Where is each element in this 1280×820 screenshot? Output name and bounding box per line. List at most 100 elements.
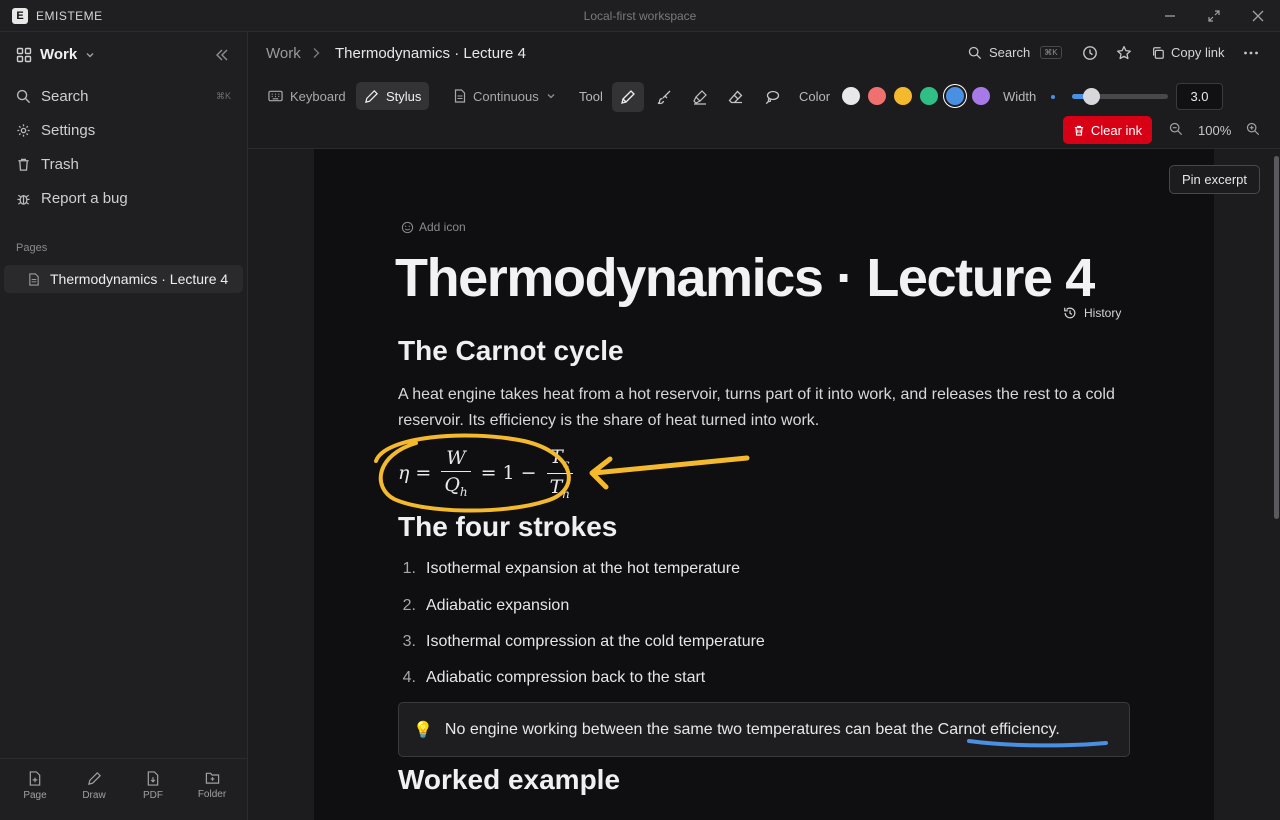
chevron-down-icon <box>86 52 94 57</box>
pen-tool-button[interactable] <box>612 82 644 112</box>
color-swatch-red[interactable] <box>868 87 886 105</box>
workspace-name: Work <box>40 46 78 63</box>
minimize-button[interactable] <box>1158 4 1182 28</box>
color-swatch-green[interactable] <box>920 87 938 105</box>
eraser-tool-button[interactable] <box>720 82 752 112</box>
pen-icon <box>87 772 101 785</box>
clear-ink-button[interactable]: Clear ink <box>1063 116 1152 144</box>
list-number: 1. <box>402 560 416 577</box>
header-search-button[interactable]: Search ⌘K <box>968 45 1062 60</box>
chevron-right-icon <box>313 48 320 58</box>
list-text: Adiabatic expansion <box>426 597 570 614</box>
ink-toolbar: Keyboard Stylus Continuous Tool Color Wi… <box>248 76 1280 149</box>
title-bar: E EMISTEME Local-first workspace <box>0 0 1280 32</box>
history-button[interactable]: History <box>1063 306 1121 320</box>
close-icon <box>1252 10 1264 22</box>
search-shortcut-badge: ⌘K <box>1040 46 1062 59</box>
collapse-sidebar-button[interactable] <box>215 48 233 66</box>
zoom-in-icon <box>1246 122 1260 136</box>
list-item[interactable]: 3. Isothermal compression at the cold te… <box>398 629 765 655</box>
intro-paragraph[interactable]: A heat engine takes heat from a hot rese… <box>398 382 1128 434</box>
editor-canvas[interactable]: Add icon Thermodynamics · Lecture 4 Hist… <box>248 149 1280 820</box>
zoom-in-button[interactable] <box>1246 122 1262 138</box>
maximize-icon <box>1208 10 1220 22</box>
formula-q: Q <box>444 474 460 497</box>
new-drawing-button[interactable]: Draw <box>65 771 123 801</box>
zoom-out-button[interactable] <box>1169 122 1185 138</box>
page-history-button[interactable] <box>1082 45 1100 63</box>
maximize-button[interactable] <box>1202 4 1226 28</box>
canvas-scrollbar[interactable] <box>1274 156 1279 519</box>
list-item[interactable]: 1. Isothermal expansion at the hot tempe… <box>398 556 740 582</box>
header-search-label: Search <box>989 45 1031 60</box>
sidebar-item-settings[interactable]: Settings <box>16 118 95 142</box>
formula-sub-h: h <box>459 484 468 499</box>
layout-select[interactable]: Continuous <box>446 82 564 110</box>
workspace-grid-icon <box>16 47 32 62</box>
list-item[interactable]: 4. Adiabatic compression back to the sta… <box>398 665 706 691</box>
formula-eta: η <box>398 462 410 484</box>
pen-icon <box>621 90 635 104</box>
formula-denominator: Th <box>546 472 573 500</box>
history-label: History <box>1084 306 1122 320</box>
sidebar-item-search[interactable]: Search <box>16 84 89 108</box>
search-icon <box>16 89 31 103</box>
new-page-button[interactable]: Page <box>6 771 64 801</box>
keyboard-mode-button[interactable]: Keyboard <box>260 82 354 110</box>
page-title[interactable]: Thermodynamics · Lecture 4 <box>395 247 1095 309</box>
heading-four-strokes[interactable]: The four strokes <box>398 511 617 543</box>
width-slider-thumb[interactable] <box>1083 88 1101 105</box>
color-swatch-yellow[interactable] <box>894 87 912 105</box>
document-icon <box>454 89 466 103</box>
sidebar-page-item[interactable]: Thermodynamics · Lecture 4 <box>4 265 243 293</box>
document-page[interactable]: Add icon Thermodynamics · Lecture 4 Hist… <box>314 149 1214 820</box>
new-drawing-label: Draw <box>82 790 106 801</box>
sidebar-create-bar: Page Draw PDF Folder <box>0 758 247 820</box>
copy-icon <box>1153 46 1164 59</box>
width-label: Width <box>1003 89 1037 104</box>
breadcrumb-separator <box>312 46 320 64</box>
lasso-tool-button[interactable] <box>756 82 788 112</box>
brush-tool-button[interactable] <box>648 82 680 112</box>
color-swatch-white[interactable] <box>842 87 860 105</box>
trash-icon <box>1074 125 1083 136</box>
efficiency-formula[interactable]: η = W Qh = 1 − Tc Th <box>398 446 577 500</box>
add-icon-button[interactable]: Add icon <box>401 220 466 234</box>
width-input[interactable]: 3.0 <box>1176 83 1223 110</box>
new-folder-button[interactable]: Folder <box>183 771 241 800</box>
sidebar: Work Search ⌘K Settings Trash Report a b… <box>0 32 248 820</box>
callout-block[interactable]: 💡 No engine working between the same two… <box>398 702 1130 757</box>
heading-carnot-cycle[interactable]: The Carnot cycle <box>398 335 624 367</box>
sidebar-item-label: Report a bug <box>41 189 128 207</box>
import-pdf-button[interactable]: PDF <box>124 771 182 801</box>
color-swatch-blue[interactable] <box>946 87 964 105</box>
history-icon <box>1064 307 1076 319</box>
breadcrumb-workspace[interactable]: Work <box>266 45 301 62</box>
keyboard-mode-label: Keyboard <box>290 88 346 104</box>
pin-excerpt-button[interactable]: Pin excerpt <box>1169 165 1260 194</box>
new-folder-label: Folder <box>197 789 227 800</box>
double-chevron-left-icon <box>216 49 228 61</box>
add-icon-label: Add icon <box>419 220 466 234</box>
sidebar-item-trash[interactable]: Trash <box>16 152 79 176</box>
favorite-button[interactable] <box>1116 45 1134 63</box>
page-header: Work Thermodynamics · Lecture 4 Search ⌘… <box>248 32 1280 76</box>
highlighter-tool-button[interactable] <box>684 82 716 112</box>
list-number: 3. <box>402 633 416 650</box>
workspace-switcher[interactable]: Work <box>16 46 95 63</box>
sidebar-item-label: Search <box>41 87 89 105</box>
page-icon <box>29 272 39 286</box>
list-item[interactable]: 2. Adiabatic expansion <box>398 593 570 619</box>
heading-worked-example[interactable]: Worked example <box>398 764 620 796</box>
sidebar-item-report-bug[interactable]: Report a bug <box>16 186 128 210</box>
width-slider[interactable] <box>1072 88 1168 105</box>
copy-link-button[interactable]: Copy link <box>1151 45 1224 60</box>
color-swatch-purple[interactable] <box>972 87 990 105</box>
ink-arrow-stroke[interactable] <box>589 455 750 490</box>
formula-fraction-temps: Tc Th <box>546 446 573 500</box>
stylus-mode-button[interactable]: Stylus <box>356 82 430 110</box>
close-window-button[interactable] <box>1246 4 1270 28</box>
breadcrumb-page[interactable]: Thermodynamics · Lecture 4 <box>335 45 526 62</box>
more-options-button[interactable] <box>1243 45 1261 63</box>
color-label: Color <box>799 89 831 104</box>
